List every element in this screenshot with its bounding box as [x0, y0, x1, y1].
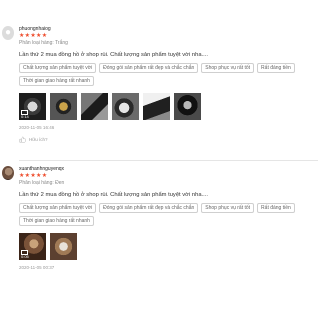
- product-variant: Phân loại hàng: Đen: [19, 180, 65, 186]
- rating-stars: ★★★★★: [19, 33, 48, 39]
- review-image-thumbnail[interactable]: [50, 233, 77, 260]
- avatar[interactable]: [2, 166, 14, 180]
- review-tag: Chất lượng sản phẩm tuyệt vời: [19, 63, 97, 73]
- review-image-thumbnail[interactable]: [81, 93, 108, 120]
- review-comment: Lần thứ 2 mua đồng hồ ở shop rùi. Chất l…: [19, 192, 208, 198]
- review-tag: Thời gian giao hàng rất nhanh: [19, 76, 94, 86]
- review-tag: Thời gian giao hàng rất nhanh: [19, 216, 94, 226]
- video-duration: 0:14: [21, 114, 29, 119]
- review-tags: Chất lượng sản phẩm tuyệt vời Đóng gói s…: [19, 63, 319, 89]
- review-timestamp: 2020-11-05 00:37: [19, 265, 55, 270]
- rating-stars: ★★★★★: [19, 173, 48, 179]
- helpful-button[interactable]: Hữu ích?: [19, 136, 318, 143]
- review-media: 0:05: [19, 233, 318, 260]
- review-tag: Shop phục vụ rất tốt: [201, 63, 255, 73]
- review-image-thumbnail[interactable]: [174, 93, 201, 120]
- user-icon: ●: [4, 27, 12, 38]
- review-tag: Chất lượng sản phẩm tuyệt vời: [19, 203, 97, 213]
- thumbs-up-icon: [19, 136, 26, 143]
- video-duration: 0:05: [21, 254, 29, 259]
- review-divider: [19, 160, 318, 161]
- product-variant: Phân loại hàng: Trắng: [19, 40, 68, 46]
- review-tag: Rất đáng tiền: [257, 203, 295, 213]
- review-image-thumbnail[interactable]: [112, 93, 139, 120]
- review-image-thumbnail[interactable]: [143, 93, 170, 120]
- review-tag: Rất đáng tiền: [257, 63, 295, 73]
- review-tag: Đóng gói sản phẩm rất đẹp và chắc chắn: [99, 63, 199, 73]
- review-video-thumbnail[interactable]: 0:14: [19, 93, 46, 120]
- helpful-label: Hữu ích?: [29, 137, 48, 142]
- reviewer-username[interactable]: xuanthanhnguyenqx: [19, 166, 318, 173]
- avatar[interactable]: ●: [2, 26, 14, 40]
- review-comment: Lần thứ 2 mua đồng hồ ở shop rùi. Chất l…: [19, 52, 208, 58]
- review-tag: Đóng gói sản phẩm rất đẹp và chắc chắn: [99, 203, 199, 213]
- review-tag: Shop phục vụ rất tốt: [201, 203, 255, 213]
- reviewer-username[interactable]: phuongnhaiog: [19, 26, 318, 33]
- review-tags: Chất lượng sản phẩm tuyệt vời Đóng gói s…: [19, 203, 319, 229]
- review-media: 0:14: [19, 93, 318, 120]
- review-video-thumbnail[interactable]: 0:05: [19, 233, 46, 260]
- review-image-thumbnail[interactable]: [50, 93, 77, 120]
- review-timestamp: 2020-11-05 16:46: [19, 125, 55, 130]
